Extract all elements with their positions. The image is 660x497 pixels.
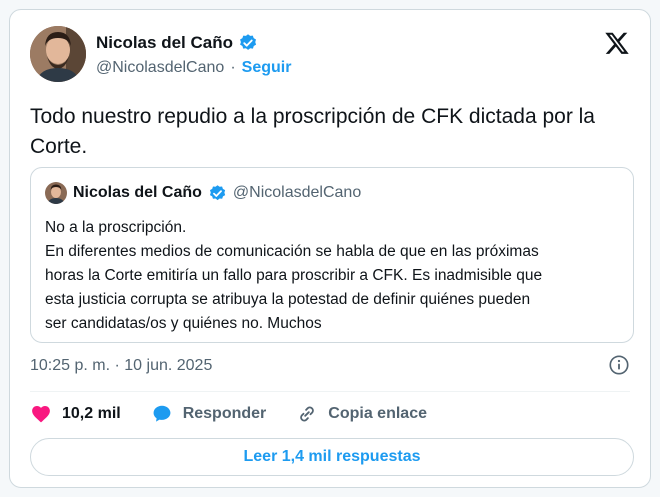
verified-badge-icon [208,184,227,203]
author-subline: @NicolasdelCano · Seguir [96,59,291,77]
quoted-text-line: esta justicia corrupta se atribuya la po… [45,291,531,308]
read-replies-button[interactable]: Leer 1,4 mil respuestas [30,438,634,476]
post-text: Todo nuestro repudio a la proscripción d… [30,105,595,158]
reply-label: Responder [182,405,267,422]
quoted-post-header: Nicolas del Caño @NicolasdelCano [45,182,361,204]
post-header: Nicolas del Caño @NicolasdelCano · Segui… [30,26,630,84]
author-name-row: Nicolas del Caño [96,33,258,53]
action-bar: 10,2 mil Responder Copia enlace [30,403,457,425]
copy-link-button[interactable]: Copia enlace [296,403,427,425]
reply-button[interactable]: Responder [151,403,267,425]
quoted-text-line: ser candidatas/os y quiénes no. Muchos [45,315,322,332]
author-avatar[interactable] [30,26,86,82]
x-logo-icon[interactable] [604,30,630,56]
link-icon [296,403,318,425]
like-button[interactable]: 10,2 mil [30,403,121,425]
quoted-text-line: En diferentes medios de comunicación se … [45,243,539,260]
divider [30,391,630,392]
quoted-post[interactable]: Nicolas del Caño @NicolasdelCano No a la… [30,167,634,343]
info-icon[interactable] [608,354,630,376]
follow-button[interactable]: Seguir [242,59,292,77]
quoted-text-line: horas la Corte emitiría un fallo para pr… [45,267,543,284]
verified-badge-icon [238,33,258,53]
author-handle[interactable]: @NicolasdelCano [96,59,224,77]
author-name[interactable]: Nicolas del Caño [96,33,233,53]
copy-link-label: Copia enlace [328,405,427,422]
heart-icon [30,403,52,425]
quoted-author-handle: @NicolasdelCano [232,184,362,201]
like-count: 10,2 mil [62,405,121,422]
quoted-author-avatar [45,182,67,204]
post-timestamp[interactable]: 10:25 p. m. · 10 jun. 2025 [30,357,212,375]
embedded-post-card: Nicolas del Caño @NicolasdelCano · Segui… [9,9,651,488]
reply-bubble-icon [151,403,173,425]
quoted-post-text: No a la proscripción. En diferentes medi… [45,216,623,336]
quoted-text-line: No a la proscripción. [45,219,187,236]
quoted-author-name: Nicolas del Caño [73,184,202,201]
separator-dot: · [230,59,236,76]
